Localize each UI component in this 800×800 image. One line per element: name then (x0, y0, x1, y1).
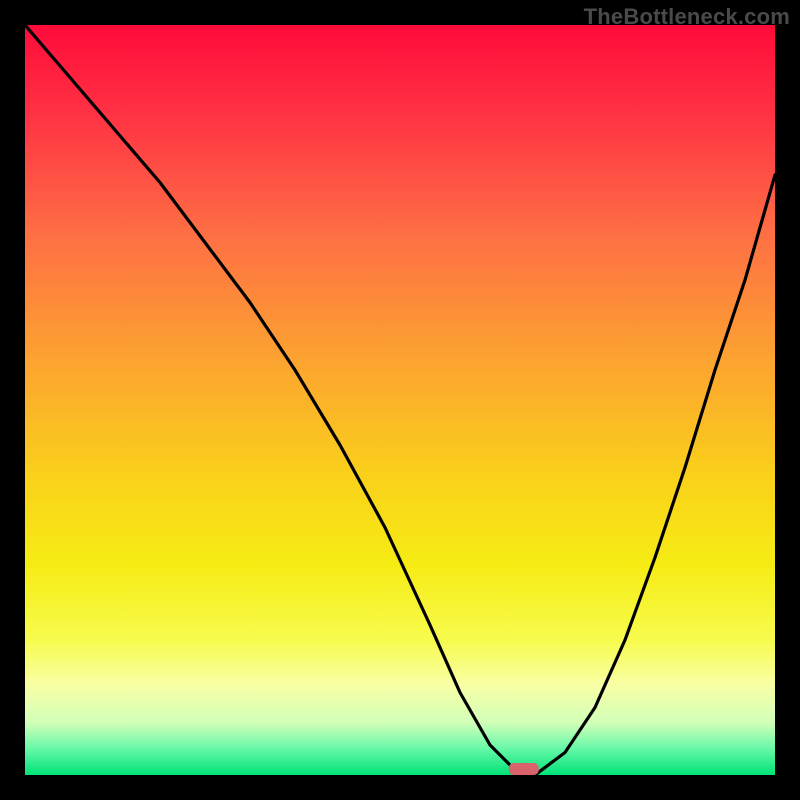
watermark-text: TheBottleneck.com (584, 4, 790, 30)
chart-frame: TheBottleneck.com (0, 0, 800, 800)
optimal-marker (509, 763, 539, 775)
plot-background (25, 25, 775, 775)
plot-area (25, 25, 775, 775)
plot-svg (25, 25, 775, 775)
